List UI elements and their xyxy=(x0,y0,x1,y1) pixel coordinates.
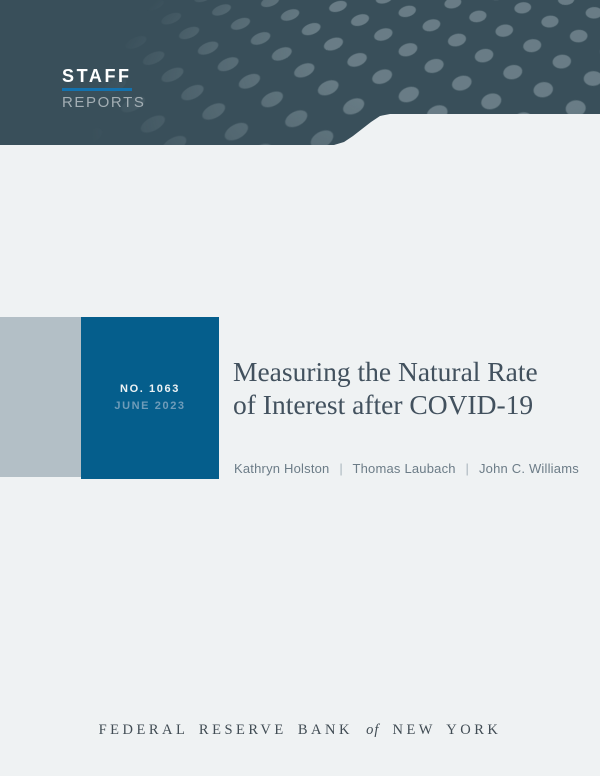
footer-bank-name-part2: NEW YORK xyxy=(392,722,501,738)
author-name-3: John C. Williams xyxy=(479,461,579,476)
author-separator: | xyxy=(466,461,470,476)
footer-of-word: of xyxy=(366,722,379,738)
report-date: JUNE 2023 xyxy=(114,400,185,413)
logo-staff-text: STAFF xyxy=(62,67,145,85)
author-name-1: Kathryn Holston xyxy=(234,461,330,476)
footer-bank-name-part1: FEDERAL RESERVE BANK xyxy=(99,722,353,738)
author-name-2: Thomas Laubach xyxy=(352,461,455,476)
report-cover-page: STAFF REPORTS NO. 1063 JUNE 2023 Measuri… xyxy=(0,0,600,776)
masthead: STAFF REPORTS xyxy=(0,0,600,145)
logo-underline-rule xyxy=(62,88,132,91)
gray-accent-block xyxy=(0,317,81,477)
authors-line: Kathryn Holston | Thomas Laubach | John … xyxy=(234,461,579,478)
footer-bank-name: FEDERAL RESERVE BANK of NEW YORK xyxy=(0,721,600,740)
staff-reports-logo: STAFF REPORTS xyxy=(62,67,145,110)
report-number: NO. 1063 xyxy=(120,383,180,396)
issue-info-block: NO. 1063 JUNE 2023 xyxy=(81,317,219,479)
logo-reports-text: REPORTS xyxy=(62,95,145,110)
report-title-line2: of Interest after COVID-19 xyxy=(233,388,538,421)
report-title-line1: Measuring the Natural Rate xyxy=(233,355,538,388)
report-title: Measuring the Natural Rate of Interest a… xyxy=(233,355,538,421)
author-separator: | xyxy=(339,461,343,476)
